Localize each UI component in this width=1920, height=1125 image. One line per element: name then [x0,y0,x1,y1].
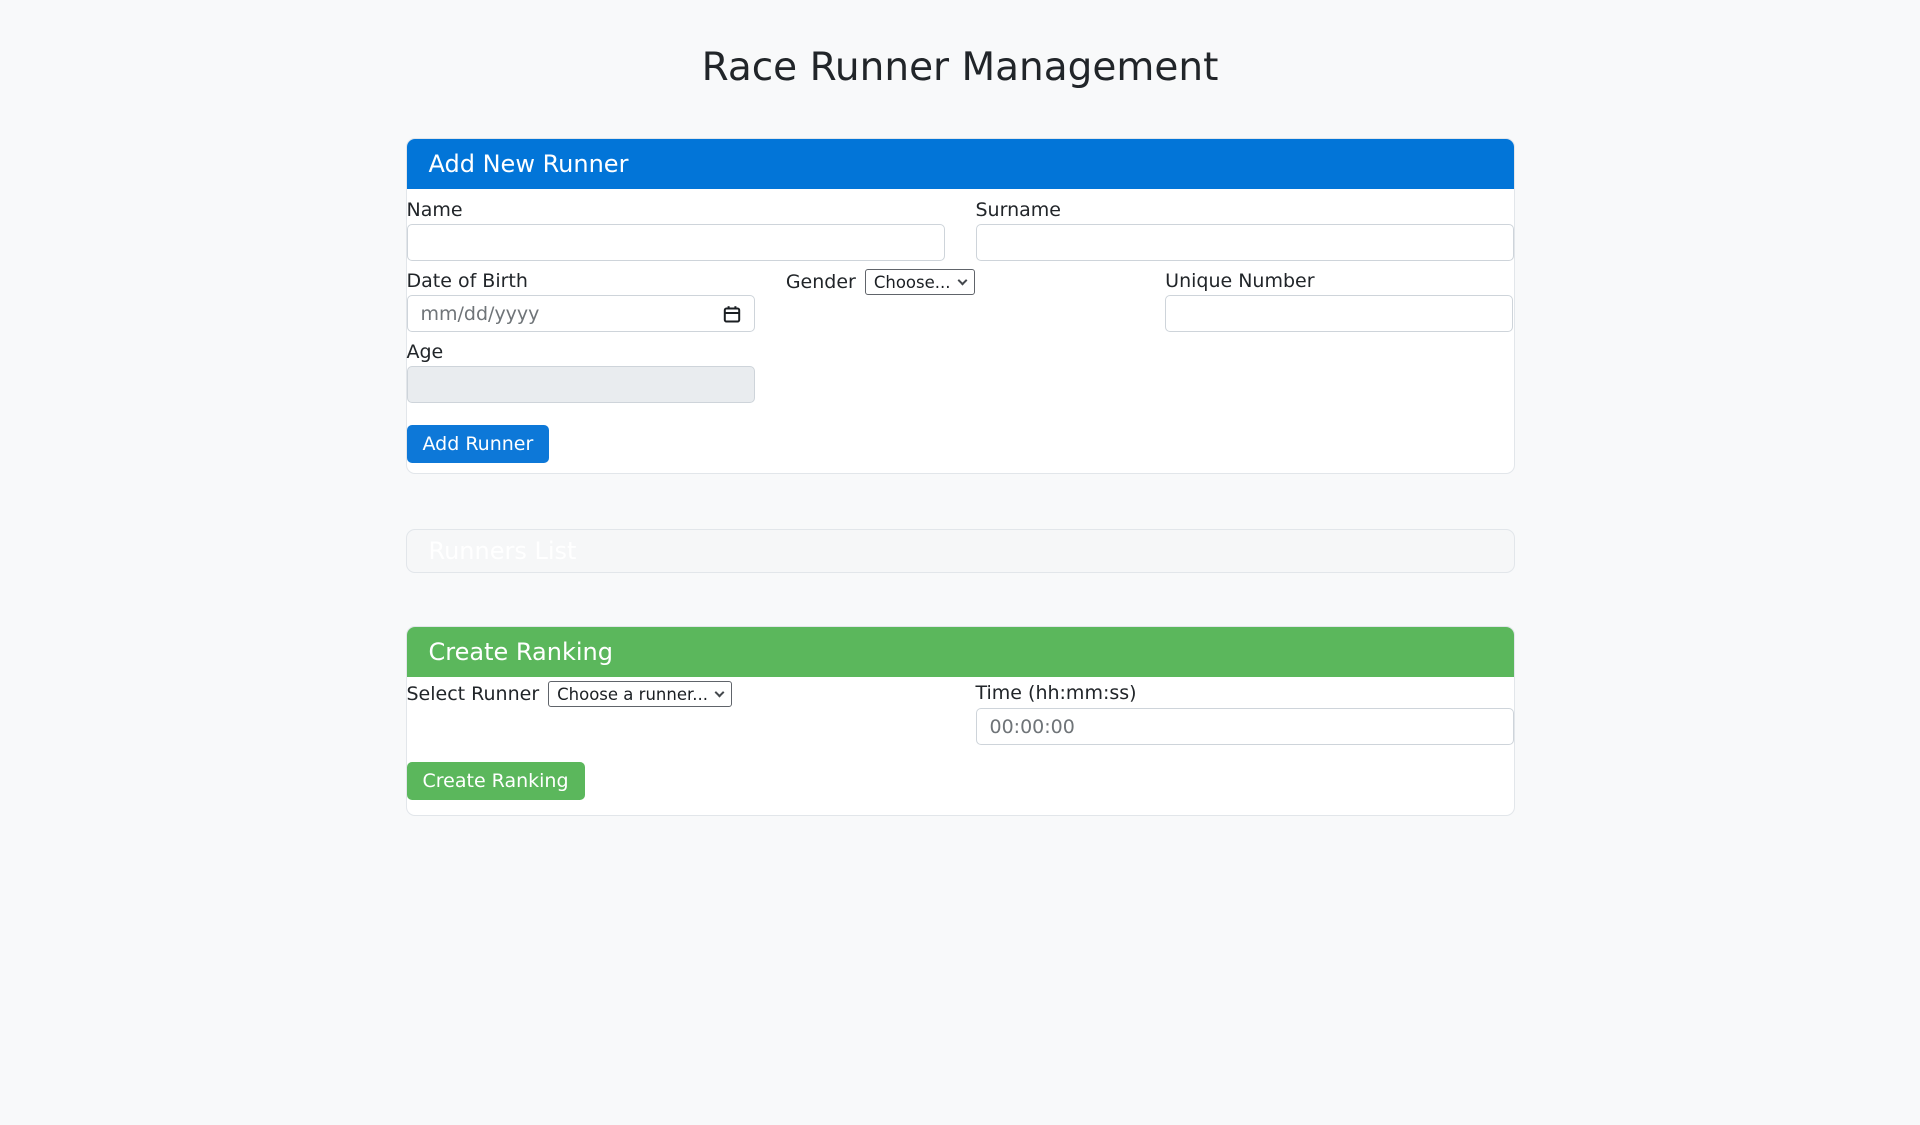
dob-label: Date of Birth [407,269,755,293]
name-field: Name [407,198,945,261]
add-runner-form: Name Surname Date of Birth mm/dd/yyyy [407,189,1514,473]
add-runner-card: Add New Runner Name Surname Date of Birt… [406,138,1515,474]
add-runner-card-header: Add New Runner [407,139,1514,189]
age-field: Age [407,340,755,403]
time-input[interactable] [976,708,1514,745]
gender-label: Gender [786,270,856,294]
age-label: Age [407,340,755,364]
unique-number-field: Unique Number [1165,269,1513,332]
create-ranking-card: Create Ranking Select Runner Choose a ru… [406,626,1515,816]
runner-select-value: Choose a runner... [557,685,708,704]
dob-input[interactable]: mm/dd/yyyy [407,295,755,332]
create-ranking-button[interactable]: Create Ranking [407,762,585,800]
dob-placeholder: mm/dd/yyyy [421,303,540,325]
surname-field: Surname [976,198,1514,261]
runner-select[interactable]: Choose a runner... [548,681,732,707]
age-input [407,366,755,403]
time-label: Time (hh:mm:ss) [976,681,1514,705]
page-title: Race Runner Management [406,45,1515,90]
surname-input[interactable] [976,224,1514,261]
add-runner-button[interactable]: Add Runner [407,425,550,463]
gender-field: Gender Choose... [786,269,1134,332]
runner-time-row: Select Runner Choose a runner... Time (h… [407,681,1514,745]
main-container: Race Runner Management Add New Runner Na… [406,45,1515,816]
calendar-icon[interactable] [722,304,742,324]
select-runner-field: Select Runner Choose a runner... [407,681,945,745]
runners-list-card-header: Runners List [429,537,577,565]
chevron-down-icon [715,687,725,697]
dob-gender-number-row: Date of Birth mm/dd/yyyy [407,269,1514,332]
time-field: Time (hh:mm:ss) [976,681,1514,745]
name-label: Name [407,198,945,222]
dob-field: Date of Birth mm/dd/yyyy [407,269,755,332]
chevron-down-icon [957,275,967,285]
gender-select-value: Choose... [874,273,951,292]
gender-select[interactable]: Choose... [865,269,975,295]
create-ranking-form: Select Runner Choose a runner... Time (h… [407,677,1514,815]
name-input[interactable] [407,224,945,261]
age-row: Age [407,340,1514,403]
surname-label: Surname [976,198,1514,222]
runners-list-card: Runners List [406,529,1515,573]
unique-number-label: Unique Number [1165,269,1513,293]
create-ranking-card-header: Create Ranking [407,627,1514,677]
name-surname-row: Name Surname [407,198,1514,261]
unique-number-input[interactable] [1165,295,1513,332]
select-runner-label: Select Runner [407,682,540,706]
